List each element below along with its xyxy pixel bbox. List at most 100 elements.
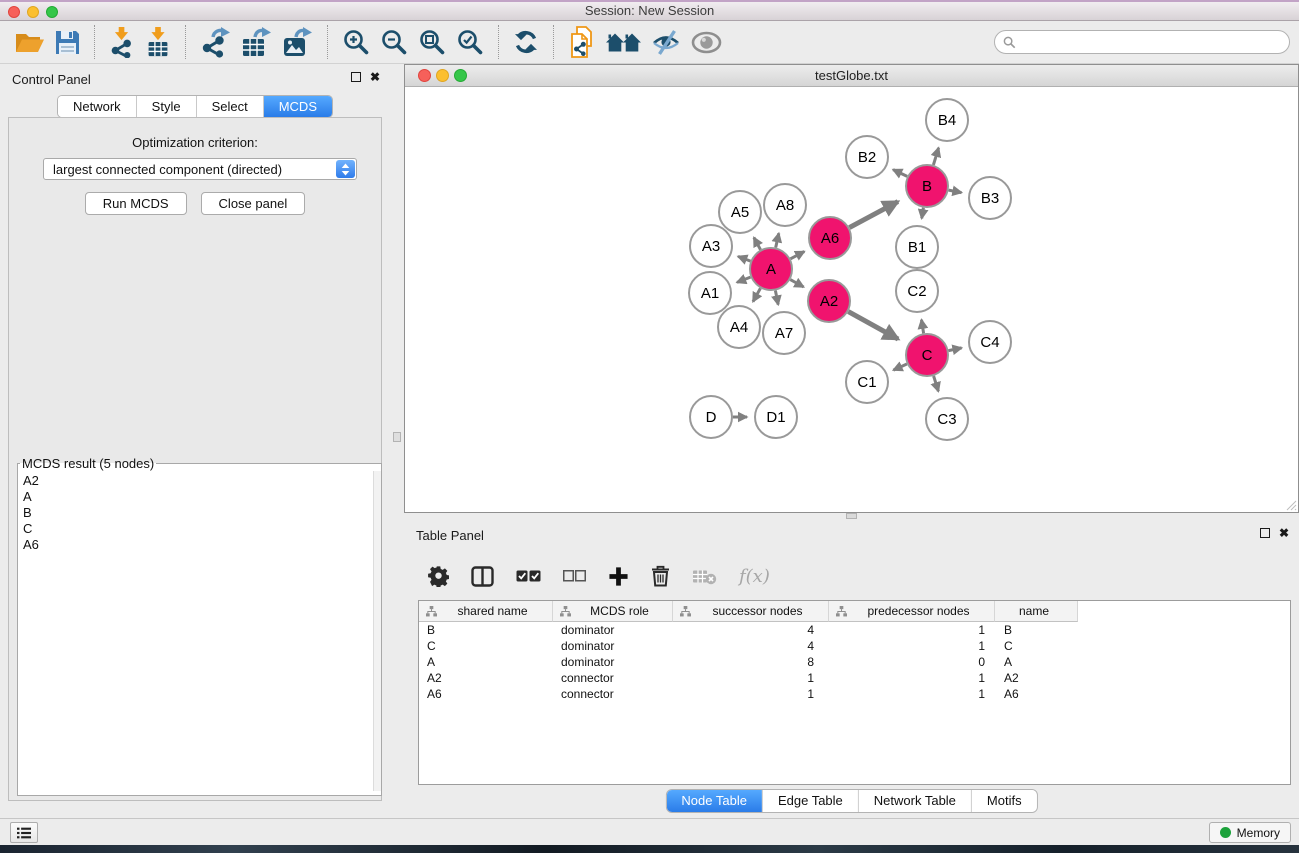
import-table-button[interactable] bbox=[140, 25, 176, 60]
tab-motifs[interactable]: Motifs bbox=[972, 790, 1037, 812]
show-columns-button[interactable] bbox=[471, 566, 494, 587]
graph-edge-A-A2[interactable] bbox=[790, 280, 803, 287]
graph-edge-C-C4[interactable] bbox=[949, 348, 962, 351]
network-minimize-button[interactable] bbox=[436, 69, 449, 82]
graph-edge-A-A1[interactable] bbox=[737, 277, 751, 282]
graph-edge-A-A7[interactable] bbox=[775, 291, 778, 305]
graph-edge-B-B3[interactable] bbox=[949, 190, 962, 193]
network-canvas[interactable]: AA1A2A3A4A5A6A7A8BB1B2B3B4CC1C2C3C4DD1 bbox=[405, 87, 1298, 512]
graph-edge-C-C2[interactable] bbox=[922, 320, 924, 334]
network-window-titlebar: testGlobe.txt bbox=[405, 65, 1298, 87]
resize-grip-icon[interactable] bbox=[1285, 499, 1297, 511]
table-row[interactable]: A dominator 8 0 A bbox=[419, 654, 1290, 670]
export-network-button[interactable] bbox=[195, 25, 236, 60]
add-column-button[interactable] bbox=[608, 566, 629, 587]
tab-node-table[interactable]: Node Table bbox=[666, 790, 763, 812]
graph-edge-B-B4[interactable] bbox=[933, 148, 938, 165]
graph-edge-A-A5[interactable] bbox=[754, 238, 761, 250]
table-row[interactable]: A6 connector 1 1 A6 bbox=[419, 686, 1290, 702]
graph-edge-B-B1[interactable] bbox=[922, 208, 924, 219]
export-image-button[interactable] bbox=[277, 25, 318, 60]
result-scrollbar[interactable] bbox=[373, 471, 381, 791]
float-panel-icon[interactable] bbox=[351, 72, 361, 82]
show-details-button[interactable] bbox=[686, 29, 727, 56]
horizontal-splitter-handle[interactable] bbox=[846, 513, 857, 519]
refresh-view-button[interactable] bbox=[508, 27, 544, 57]
search-icon bbox=[1003, 36, 1016, 49]
table-row[interactable]: B dominator 4 1 B bbox=[419, 622, 1290, 638]
table-row[interactable]: C dominator 4 1 C bbox=[419, 638, 1290, 654]
column-header-mcds-role[interactable]: MCDS role bbox=[553, 601, 673, 622]
clone-network-button[interactable] bbox=[563, 24, 601, 60]
mcds-result-item[interactable]: B bbox=[23, 505, 373, 521]
show-panels-button[interactable] bbox=[10, 822, 38, 843]
minimize-window-button[interactable] bbox=[27, 6, 39, 18]
open-session-button[interactable] bbox=[10, 28, 50, 57]
plus-icon bbox=[608, 566, 629, 587]
tab-style[interactable]: Style bbox=[137, 96, 197, 117]
tab-network-table[interactable]: Network Table bbox=[859, 790, 972, 812]
table-tabs: Node Table Edge Table Network Table Moti… bbox=[665, 789, 1037, 813]
mcds-result-item[interactable]: C bbox=[23, 521, 373, 537]
delete-table-icon bbox=[692, 568, 717, 585]
mcds-result-item[interactable]: A6 bbox=[23, 537, 373, 553]
vertical-splitter[interactable] bbox=[390, 64, 404, 818]
close-panel-icon[interactable]: ✖ bbox=[370, 71, 380, 83]
column-header-shared-name[interactable]: shared name bbox=[419, 601, 553, 622]
run-mcds-button[interactable]: Run MCDS bbox=[85, 192, 187, 215]
graph-edge-A-A6[interactable] bbox=[791, 252, 805, 259]
zoom-in-button[interactable] bbox=[337, 26, 375, 58]
column-header-predecessor-nodes[interactable]: predecessor nodes bbox=[829, 601, 995, 622]
table-row[interactable]: A2 connector 1 1 A2 bbox=[419, 670, 1290, 686]
zoom-fit-icon bbox=[418, 28, 446, 56]
graph-edge-C-C1[interactable] bbox=[893, 364, 907, 370]
network-close-button[interactable] bbox=[418, 69, 431, 82]
graph-edge-A-A3[interactable] bbox=[738, 256, 750, 261]
memory-button[interactable]: Memory bbox=[1209, 822, 1291, 843]
zoom-fit-button[interactable] bbox=[413, 26, 451, 58]
unselect-all-columns-button[interactable] bbox=[563, 570, 586, 582]
mcds-result-box: MCDS result (5 nodes) A2 A B C A6 bbox=[17, 456, 382, 796]
close-panel-icon[interactable]: ✖ bbox=[1279, 527, 1289, 539]
graph-edge-A6-B[interactable] bbox=[849, 202, 898, 228]
toolbar-separator bbox=[327, 25, 328, 59]
zoom-window-button[interactable] bbox=[46, 6, 58, 18]
float-panel-icon[interactable] bbox=[1260, 528, 1270, 538]
optimization-criterion-select[interactable]: largest connected component (directed) bbox=[43, 158, 357, 180]
delete-table-button[interactable] bbox=[692, 568, 717, 585]
tab-network[interactable]: Network bbox=[58, 96, 137, 117]
graph-edge-C-C3[interactable] bbox=[934, 376, 939, 391]
tab-mcds[interactable]: MCDS bbox=[264, 96, 332, 117]
zoom-out-button[interactable] bbox=[375, 26, 413, 58]
import-network-button[interactable] bbox=[104, 25, 140, 60]
reset-layout-button[interactable] bbox=[601, 28, 646, 57]
export-table-button[interactable] bbox=[236, 25, 277, 60]
column-header-name[interactable]: name bbox=[995, 601, 1078, 622]
graph-edge-B-B2[interactable] bbox=[893, 170, 907, 177]
function-builder-button[interactable]: f(x) bbox=[739, 566, 770, 587]
column-type-icon bbox=[680, 606, 691, 617]
window-title: Session: New Session bbox=[0, 2, 1299, 20]
table-settings-button[interactable] bbox=[428, 566, 449, 587]
save-session-button[interactable] bbox=[50, 28, 85, 57]
close-panel-button[interactable]: Close panel bbox=[201, 192, 306, 215]
mcds-result-item[interactable]: A2 bbox=[23, 473, 373, 489]
desktop-background bbox=[0, 845, 1299, 853]
tab-edge-table[interactable]: Edge Table bbox=[763, 790, 859, 812]
table-panel-title: Table Panel bbox=[416, 528, 484, 543]
delete-column-button[interactable] bbox=[651, 565, 670, 587]
close-window-button[interactable] bbox=[8, 6, 20, 18]
column-header-successor-nodes[interactable]: successor nodes bbox=[673, 601, 829, 622]
hide-details-button[interactable] bbox=[646, 27, 686, 58]
select-all-columns-button[interactable] bbox=[516, 569, 541, 583]
mcds-result-item[interactable]: A bbox=[23, 489, 373, 505]
graph-edge-A2-C[interactable] bbox=[848, 312, 898, 340]
vertical-splitter-handle[interactable] bbox=[393, 432, 401, 442]
graph-edge-A-A8[interactable] bbox=[776, 233, 779, 247]
search-input[interactable] bbox=[1021, 34, 1289, 50]
zoom-selected-button[interactable] bbox=[451, 26, 489, 58]
horizontal-splitter[interactable] bbox=[404, 513, 1299, 520]
network-zoom-button[interactable] bbox=[454, 69, 467, 82]
graph-edge-A-A4[interactable] bbox=[753, 288, 760, 301]
tab-select[interactable]: Select bbox=[197, 96, 264, 117]
